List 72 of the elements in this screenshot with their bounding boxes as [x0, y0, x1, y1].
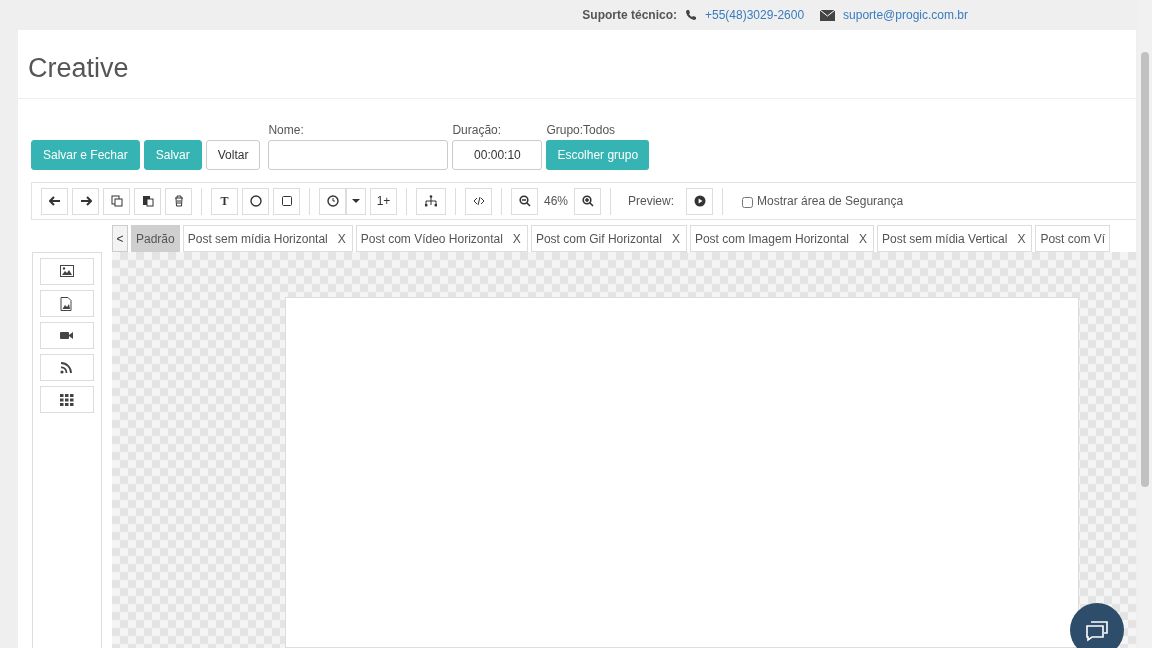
tab[interactable]: Padrão: [131, 225, 180, 252]
zoom-out-button[interactable]: [511, 187, 538, 215]
timer-button[interactable]: [319, 187, 346, 215]
delete-icon: [172, 195, 185, 207]
zoom-in-icon: [581, 195, 594, 207]
group-label: Grupo:Todos: [546, 122, 617, 139]
tab[interactable]: Post com Imagem Horizontal X: [689, 225, 874, 252]
redo-icon: [79, 195, 92, 207]
paste-icon: [141, 195, 154, 207]
hierarchy-button[interactable]: [416, 187, 446, 215]
code-button[interactable]: [465, 187, 492, 215]
envelope-icon: [820, 9, 836, 21]
code-icon: [472, 195, 485, 207]
rectangle-tool-button[interactable]: [273, 187, 300, 215]
grid-tool-button[interactable]: [40, 386, 94, 413]
duration-label: Duração:: [452, 122, 503, 139]
tab-label: Post com Imagem Horizontal: [694, 230, 849, 248]
tab-label: Post sem mídia Horizontal: [187, 230, 328, 248]
image-tool-button[interactable]: [40, 258, 94, 285]
redo-button[interactable]: [72, 187, 99, 215]
image-file-icon: [60, 296, 74, 311]
text-tool-button[interactable]: T: [211, 187, 238, 215]
tab-label: Post sem mídia Vertical: [882, 230, 1008, 248]
undo-icon: [48, 195, 61, 207]
preview-play-icon: [693, 195, 706, 207]
paste-button[interactable]: [134, 187, 161, 215]
rectangle-tool-icon: [280, 195, 293, 207]
zoom-in-button[interactable]: [574, 187, 602, 215]
dropdown-button[interactable]: [346, 187, 366, 215]
timer-icon: [326, 195, 339, 207]
phone-icon: [685, 9, 697, 21]
tab-label: Post com Vídeo Horizontal: [360, 230, 503, 248]
tab[interactable]: Post com Vídeo Horizontal X: [355, 225, 528, 252]
phone-link[interactable]: +55(48)3029-2600: [705, 6, 805, 24]
rss-tool-button[interactable]: [40, 354, 94, 381]
chat-icon: [1084, 618, 1110, 642]
circle-tool-button[interactable]: [242, 187, 269, 215]
preview-label: Preview:: [628, 193, 675, 210]
tab[interactable]: Post com Gif Horizontal X: [530, 225, 687, 252]
copy-icon: [110, 195, 123, 207]
hierarchy-icon: [425, 195, 437, 207]
tab-close-button[interactable]: X: [671, 229, 682, 248]
video-tool-button[interactable]: [40, 322, 94, 349]
tab-close-button[interactable]: X: [512, 229, 523, 248]
zoom-level: 46%: [543, 193, 570, 210]
file-tool-button[interactable]: [40, 290, 94, 317]
tab[interactable]: Post sem mídia Vertical X: [877, 225, 1033, 252]
action-button[interactable]: Voltar: [205, 140, 261, 170]
tab-label: Post com Gif Horizontal: [535, 230, 662, 248]
duration-field[interactable]: 00:00:10: [452, 140, 543, 170]
support-label: Suporte técnico:: [582, 7, 677, 24]
undo-button[interactable]: [41, 187, 68, 215]
safe-area-checkbox[interactable]: [742, 196, 754, 208]
page-title: Creative: [28, 52, 130, 84]
layer-order-button[interactable]: 1+: [370, 187, 397, 215]
name-field[interactable]: [268, 140, 449, 170]
tabs-back-button[interactable]: <: [112, 225, 128, 252]
tab[interactable]: Post com Ví: [1035, 225, 1111, 252]
tab-close-button[interactable]: X: [859, 229, 869, 248]
rss-feed-icon: [60, 360, 74, 375]
circle-tool-icon: [249, 195, 262, 207]
image-icon: [60, 264, 74, 279]
delete-button[interactable]: [165, 187, 192, 215]
tab-close-button[interactable]: X: [337, 229, 348, 248]
preview-play-button[interactable]: [686, 187, 714, 215]
safe-area-label: Mostrar área de Segurança: [757, 193, 904, 210]
zoom-out-icon: [518, 195, 531, 207]
name-label: Nome:: [268, 122, 305, 139]
tab[interactable]: Post sem mídia Horizontal X: [182, 225, 353, 252]
email-link[interactable]: suporte@progic.com.br: [843, 6, 968, 24]
grid-icon: [60, 392, 74, 407]
tab-close-button[interactable]: X: [1017, 229, 1028, 248]
